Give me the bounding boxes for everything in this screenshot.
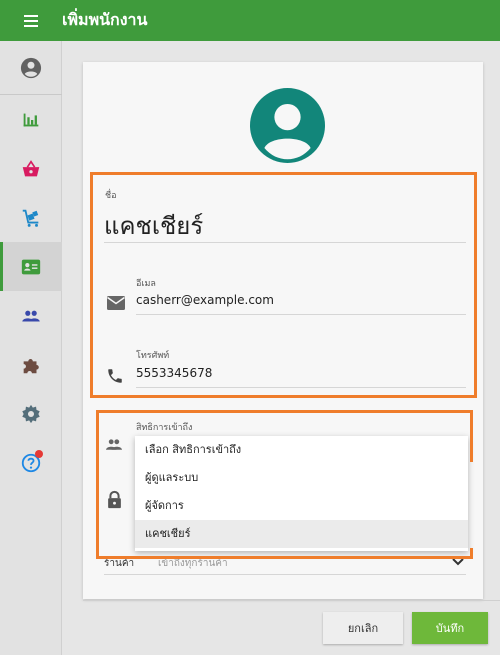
account-icon [20,57,42,78]
menu-icon[interactable] [0,0,62,41]
store-underline [104,574,466,575]
sidebar [0,41,62,655]
gear-icon [22,404,40,423]
puzzle-icon [23,358,39,373]
sidebar-item-employees[interactable] [0,242,62,291]
page-title: เพิ่มพนักงาน [62,10,148,29]
email-label: อีเมล [136,279,156,289]
footer-divider [83,600,500,601]
phone-label: โทรศัพท์ [136,351,170,361]
phone-icon [108,369,122,383]
role-dropdown-menu[interactable]: เลือก สิทธิการเข้าถึง ผู้ดูแลระบบ ผู้จัด… [135,436,468,551]
people-icon [106,439,122,450]
save-button[interactable]: บันทึก [412,612,488,644]
name-underline [104,242,466,243]
store-select[interactable]: เข้าถึงทุกร้านค้า [158,556,228,571]
phone-underline [136,387,466,388]
phone-input[interactable]: 5553345678 [136,366,212,380]
sidebar-item-settings[interactable] [0,389,62,438]
sidebar-item-items[interactable] [0,193,62,242]
app-bar: เพิ่มพนักงาน [0,0,500,41]
email-underline [136,314,466,315]
sidebar-item-account[interactable] [0,41,62,95]
chevron-down-icon[interactable] [452,558,464,566]
chart-icon [23,113,39,126]
role-label: สิทธิการเข้าถึง [136,423,193,433]
email-icon [107,296,125,310]
cancel-button[interactable]: ยกเลิก [323,612,403,644]
notification-dot [35,450,43,458]
basket-icon [22,159,40,176]
sidebar-item-sales[interactable] [0,144,62,193]
name-label: ชื่อ [105,191,117,201]
store-label: ร้านค้า [104,558,135,569]
avatar-icon[interactable] [250,88,325,163]
sidebar-item-help[interactable] [0,438,62,487]
role-option-manager[interactable]: ผู้จัดการ [135,492,468,520]
role-option-admin[interactable]: ผู้ดูแลระบบ [135,464,468,492]
email-input[interactable]: casherr@example.com [136,293,274,307]
role-option-cashier[interactable]: แคชเชียร์ [135,520,468,548]
sidebar-item-integrations[interactable] [0,340,62,389]
sidebar-item-reports[interactable] [0,95,62,144]
name-input[interactable]: แคชเชียร์ [104,206,203,245]
people-icon [22,310,40,321]
lock-icon [108,490,121,509]
sidebar-item-customers[interactable] [0,291,62,340]
cart-icon [22,209,39,227]
badge-icon [21,259,41,274]
role-option-placeholder[interactable]: เลือก สิทธิการเข้าถึง [135,436,468,464]
